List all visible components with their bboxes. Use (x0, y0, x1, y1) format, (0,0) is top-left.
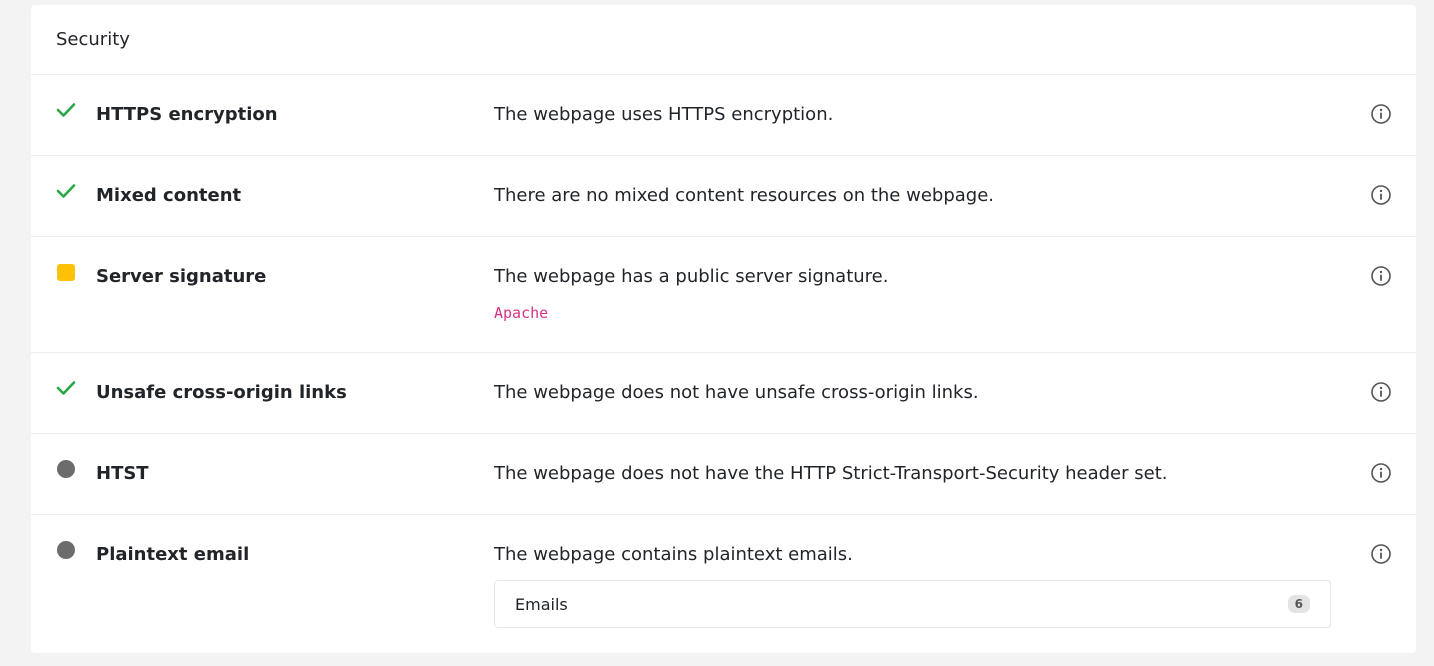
check-row-cross-origin-links: Unsafe cross-origin links The webpage do… (31, 353, 1416, 434)
emails-count-badge: 6 (1287, 595, 1310, 613)
check-title: Server signature (96, 266, 267, 287)
check-row-https: HTTPS encryption The webpage uses HTTPS … (31, 75, 1416, 156)
info-icon[interactable] (1370, 184, 1392, 206)
check-title: Plaintext email (96, 544, 250, 565)
info-icon[interactable] (1370, 381, 1392, 403)
security-card: Security HTTPS encryption The webpage us… (31, 5, 1416, 653)
info-icon[interactable] (1370, 462, 1392, 484)
emails-label: Emails (515, 594, 568, 614)
check-icon (56, 181, 76, 201)
card-header: Security (31, 5, 1416, 75)
check-icon (56, 378, 76, 398)
check-title: HTTPS encryption (96, 104, 278, 125)
server-signature-value: Apache (494, 304, 549, 322)
neutral-dot-icon (56, 540, 76, 560)
check-row-server-signature: Server signature The webpage has a publi… (31, 237, 1416, 353)
info-icon[interactable] (1370, 543, 1392, 565)
check-icon (56, 100, 76, 120)
neutral-dot-icon (56, 459, 76, 479)
check-description: There are no mixed content resources on … (494, 185, 995, 206)
card-title: Security (56, 29, 130, 50)
check-title: Mixed content (96, 185, 242, 206)
check-description: The webpage uses HTTPS encryption. (494, 104, 834, 125)
emails-expander[interactable]: Emails 6 (494, 580, 1331, 628)
warning-square-icon (56, 262, 76, 282)
info-icon[interactable] (1370, 103, 1392, 125)
check-description: The webpage does not have the HTTP Stric… (494, 463, 1168, 484)
info-icon[interactable] (1370, 265, 1392, 287)
check-title: Unsafe cross-origin links (96, 382, 347, 403)
check-description: The webpage does not have unsafe cross-o… (494, 382, 979, 403)
check-description: The webpage has a public server signatur… (494, 266, 889, 287)
check-row-plaintext-email: Plaintext email The webpage contains pla… (31, 515, 1416, 653)
check-title: HTST (96, 463, 149, 484)
check-row-mixed-content: Mixed content There are no mixed content… (31, 156, 1416, 237)
check-row-htst: HTST The webpage does not have the HTTP … (31, 434, 1416, 515)
